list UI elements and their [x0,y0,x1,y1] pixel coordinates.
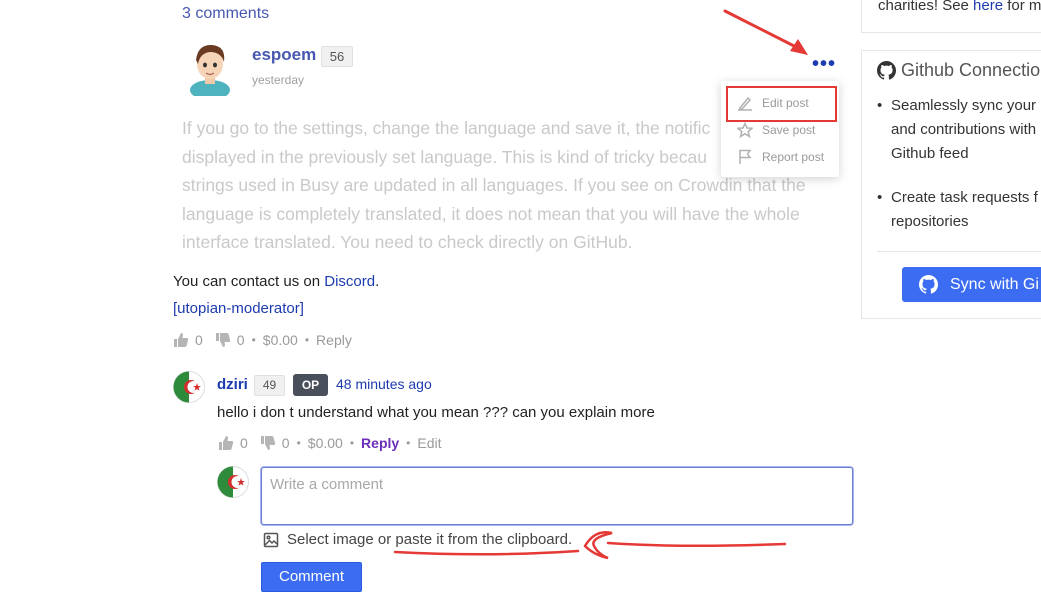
reply-button[interactable]: Reply [361,435,399,451]
comment-input[interactable] [261,467,853,525]
annotation-highlight-box [726,86,837,122]
contact-suffix: . [375,273,380,290]
star-icon [737,122,753,138]
sidebar-top-prefix: charities! See [878,0,974,14]
annotation-scribble [393,531,787,560]
menu-item-save-post[interactable]: Save post [737,122,815,138]
thumbs-up-icon[interactable] [173,332,189,348]
thumbs-up-icon[interactable] [218,435,234,451]
separator-dot: • [406,436,411,450]
more-options-icon[interactable]: ••• [812,53,836,76]
downvote-count: 0 [281,435,290,451]
comment-author[interactable]: espoem [252,45,316,65]
comment-body-line: interface translated. You need to check … [182,232,633,253]
reply-button[interactable]: Reply [316,332,352,348]
contact-line: You can contact us on Discord. [173,273,379,290]
separator-dot: • [296,436,301,450]
downvote-count: 0 [236,332,245,348]
comments-count: 3 comments [182,5,270,22]
comment-body-line: language is completely translated, it do… [182,203,800,224]
separator-dot: • [304,333,310,347]
menu-item-report-post[interactable]: Report post [737,149,824,165]
list-item: Create task requests f repositories [877,186,1041,234]
flag-icon [739,149,752,164]
separator-dot: • [251,333,256,347]
menu-item-label: Report post [762,150,825,164]
feature-line: Create task requests f [891,189,1038,206]
feature-line: repositories [891,213,969,230]
thumbs-down-icon[interactable] [260,435,276,451]
payout-value[interactable]: $0.00 [263,332,298,348]
contact-prefix: You can contact us on [173,273,325,290]
comment-actions: 0 0 • $0.00 • Reply [173,332,352,348]
sidebar-here-link[interactable]: here [973,0,1003,14]
moderator-tag-link[interactable]: [utopian-moderator] [173,300,304,317]
annotation-arrow [723,9,808,55]
payout-value[interactable]: $0.00 [308,435,343,451]
thumbs-down-icon[interactable] [215,332,231,348]
avatar[interactable] [186,38,234,96]
sidebar-top-suffix: for m [1003,0,1041,14]
image-icon [263,532,279,547]
github-icon [919,275,938,294]
op-badge: OP [293,374,328,396]
github-icon [877,61,896,80]
feature-line: Seamlessly sync your [891,97,1037,114]
comment-author[interactable]: dziri [217,376,248,393]
comment-timestamp[interactable]: yesterday [252,73,304,87]
upvote-count: 0 [195,332,203,348]
list-item: Seamlessly sync your and contributions w… [877,94,1041,166]
github-card-title: Github Connectio [877,60,1040,81]
feature-line: Github feed [891,145,969,162]
divider [877,251,1041,252]
sync-button-label: Sync with Gi [950,275,1039,293]
current-user-avatar[interactable] [217,466,249,498]
upvote-count: 0 [240,435,248,451]
comment-body: hello i don t understand what you mean ?… [217,404,655,421]
comment-timestamp[interactable]: 48 minutes ago [336,376,432,392]
sidebar-top-text: charities! See here for m [878,0,1041,14]
reputation-badge: 56 [321,46,353,67]
reputation-badge: 49 [254,375,285,396]
separator-dot: • [349,436,355,450]
comment-actions: 0 0 • $0.00 • Reply • Edit [218,435,442,451]
avatar[interactable] [173,371,205,403]
menu-item-label: Save post [762,123,816,137]
github-title-label: Github Connectio [901,60,1041,80]
feature-line: and contributions with [891,121,1037,138]
sync-with-github-button[interactable]: Sync with Gi [902,267,1041,302]
edit-button[interactable]: Edit [417,435,441,451]
github-feature-list: Seamlessly sync your and contributions w… [877,94,1041,254]
comment-submit-button[interactable]: Comment [261,562,362,592]
discord-link[interactable]: Discord [324,273,375,290]
